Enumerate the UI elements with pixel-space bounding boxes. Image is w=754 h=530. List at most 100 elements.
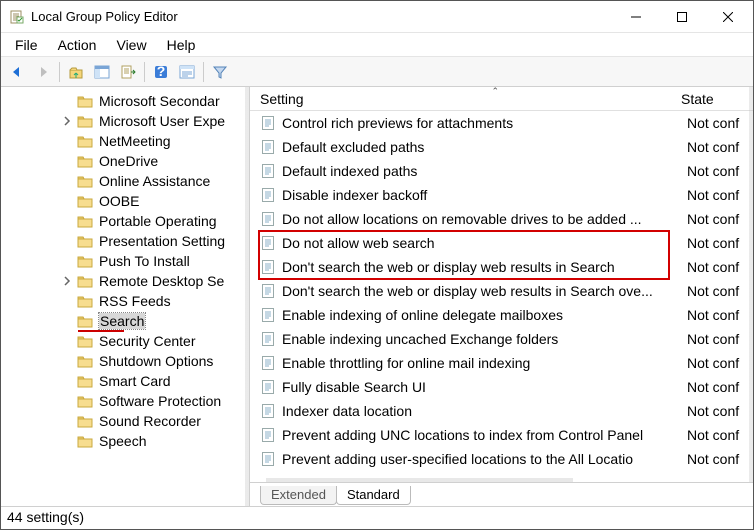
toolbar-separator <box>203 62 204 82</box>
menu-help[interactable]: Help <box>157 35 206 55</box>
list-row[interactable]: Enable throttling for online mail indexi… <box>250 351 753 375</box>
list-row[interactable]: Indexer data location Not conf <box>250 399 753 423</box>
list-row[interactable]: Default excluded pathsNot conf <box>250 135 753 159</box>
list-row[interactable]: Do not allow web searchNot conf <box>250 231 753 255</box>
setting-state: Not conf <box>681 283 753 299</box>
tab-extended[interactable]: Extended <box>260 486 337 505</box>
tree-item[interactable]: Security Center <box>5 331 249 351</box>
setting-name: Control rich previews for attachments <box>282 115 513 131</box>
tree-item-label: Online Assistance <box>99 173 210 189</box>
setting-state: Not conf <box>681 307 753 323</box>
setting-state: Not conf <box>681 187 753 203</box>
title-bar: Local Group Policy Editor <box>1 1 753 33</box>
tree-item[interactable]: Online Assistance <box>5 171 249 191</box>
tree-item-label: Remote Desktop Se <box>99 273 224 289</box>
list-header[interactable]: Setting ⌃ State <box>250 87 753 111</box>
tree-item[interactable]: Shutdown Options <box>5 351 249 371</box>
menu-file[interactable]: File <box>5 35 48 55</box>
tree-item[interactable]: Remote Desktop Se <box>5 271 249 291</box>
tree-item[interactable]: Speech <box>5 431 249 451</box>
setting-name: Disable indexer backoff <box>282 187 427 203</box>
tree-item-label: NetMeeting <box>99 133 171 149</box>
tree-item[interactable]: Smart Card <box>5 371 249 391</box>
tree-item[interactable]: Push To Install <box>5 251 249 271</box>
tab-standard[interactable]: Standard <box>336 486 411 505</box>
tree-item[interactable]: Search <box>5 311 249 331</box>
help-button[interactable]: ? <box>149 60 173 84</box>
column-state[interactable]: State <box>681 91 753 107</box>
toolbar: ? <box>1 57 753 87</box>
setting-state: Not conf <box>681 451 753 467</box>
tree-item[interactable]: Presentation Setting <box>5 231 249 251</box>
main-split: Microsoft SecondarMicrosoft User Expe Net… <box>1 87 753 506</box>
list-row[interactable]: Fully disable Search UINot conf <box>250 375 753 399</box>
setting-state: Not conf <box>681 139 753 155</box>
up-button[interactable] <box>64 60 88 84</box>
tree-scrollbar[interactable] <box>245 87 249 506</box>
tree-item-label: Search <box>99 313 145 329</box>
tree-item[interactable]: Portable Operating <box>5 211 249 231</box>
tree-item-label: Software Protection <box>99 393 221 409</box>
app-icon <box>9 9 25 25</box>
column-setting[interactable]: Setting <box>250 91 681 107</box>
tree-item[interactable]: OneDrive <box>5 151 249 171</box>
setting-state: Not conf <box>681 331 753 347</box>
tree-item[interactable]: OOBE <box>5 191 249 211</box>
back-button[interactable] <box>5 60 29 84</box>
tree-item[interactable]: Sound Recorder <box>5 411 249 431</box>
minimize-button[interactable] <box>613 1 659 33</box>
menu-action[interactable]: Action <box>48 35 107 55</box>
show-hide-tree-button[interactable] <box>90 60 114 84</box>
tree-item[interactable]: Microsoft Secondar <box>5 91 249 111</box>
setting-state: Not conf <box>681 259 753 275</box>
tree-item[interactable]: Microsoft User Expe <box>5 111 249 131</box>
setting-state: Not conf <box>681 427 753 443</box>
tree-item-label: Sound Recorder <box>99 413 201 429</box>
forward-button[interactable] <box>31 60 55 84</box>
tree-item-label: Speech <box>99 433 146 449</box>
list-row[interactable]: Disable indexer backoff Not conf <box>250 183 753 207</box>
menu-view[interactable]: View <box>106 35 156 55</box>
toolbar-separator <box>59 62 60 82</box>
tree-item-label: Presentation Setting <box>99 233 225 249</box>
properties-button[interactable] <box>175 60 199 84</box>
window-title: Local Group Policy Editor <box>31 9 613 24</box>
status-bar: 44 setting(s) <box>1 506 753 528</box>
svg-text:?: ? <box>157 64 166 79</box>
setting-state: Not conf <box>681 403 753 419</box>
list-row[interactable]: Prevent adding user-specified locations … <box>250 447 753 471</box>
tree-item[interactable]: Software Protection <box>5 391 249 411</box>
tree-pane[interactable]: Microsoft SecondarMicrosoft User Expe Net… <box>1 87 250 506</box>
list-row[interactable]: Don't search the web or display web resu… <box>250 279 753 303</box>
sort-indicator-icon: ⌃ <box>491 86 499 97</box>
list-row[interactable]: Do not allow locations on removable driv… <box>250 207 753 231</box>
maximize-button[interactable] <box>659 1 705 33</box>
setting-name: Prevent adding user-specified locations … <box>282 451 633 467</box>
tree-item-label: Security Center <box>99 333 195 349</box>
setting-name: Prevent adding UNC locations to index fr… <box>282 427 643 443</box>
list-scrollbar[interactable] <box>749 87 753 482</box>
tree-item-label: Smart Card <box>99 373 171 389</box>
tree-item[interactable]: NetMeeting <box>5 131 249 151</box>
setting-state: Not conf <box>681 211 753 227</box>
list-row[interactable]: Don't search the web or display web resu… <box>250 255 753 279</box>
setting-name: Enable throttling for online mail indexi… <box>282 355 530 371</box>
list-row[interactable]: Prevent adding UNC locations to index fr… <box>250 423 753 447</box>
tab-strip: Extended Standard <box>250 482 753 506</box>
filter-button[interactable] <box>208 60 232 84</box>
list-row[interactable]: Enable indexing of online delegate mailb… <box>250 303 753 327</box>
tree-item-label: RSS Feeds <box>99 293 171 309</box>
list-body[interactable]: Control rich previews for attachments Not… <box>250 111 753 482</box>
setting-name: Fully disable Search UI <box>282 379 426 395</box>
setting-name: Default indexed paths <box>282 163 417 179</box>
tree-item[interactable]: RSS Feeds <box>5 291 249 311</box>
setting-name: Do not allow web search <box>282 235 435 251</box>
setting-name: Enable indexing uncached Exchange folder… <box>282 331 558 347</box>
list-row[interactable]: Control rich previews for attachmentsNot… <box>250 111 753 135</box>
export-button[interactable] <box>116 60 140 84</box>
setting-name: Indexer data location <box>282 403 412 419</box>
close-button[interactable] <box>705 1 751 33</box>
list-row[interactable]: Default indexed pathsNot conf <box>250 159 753 183</box>
setting-state: Not conf <box>681 355 753 371</box>
list-row[interactable]: Enable indexing uncached Exchange folder… <box>250 327 753 351</box>
